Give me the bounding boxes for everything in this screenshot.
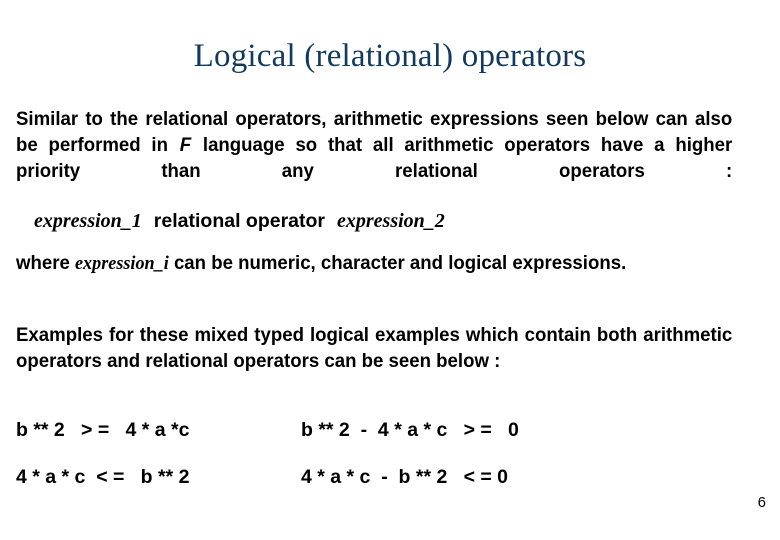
page-number: 6 bbox=[757, 494, 766, 511]
example-expression-left: b ** 2 > = 4 * a *c bbox=[16, 419, 190, 441]
page-title: Logical (relational) operators bbox=[193, 38, 587, 74]
syntax-relational-operator: relational operator bbox=[153, 210, 326, 232]
example-expression-right: 4 * a * c - b ** 2 < = 0 bbox=[301, 466, 509, 488]
syntax-expression-2: expression_2 bbox=[337, 210, 445, 232]
syntax-expression-1: expression_1 bbox=[34, 210, 142, 232]
example-row: b ** 2 > = 4 * a *c b ** 2 - 4 * a * c >… bbox=[16, 418, 766, 465]
example-expression-left: 4 * a * c < = b ** 2 bbox=[16, 466, 190, 488]
f-language-emphasis: F bbox=[179, 134, 192, 156]
examples-intro-paragraph: Examples for these mixed typed logical e… bbox=[16, 324, 733, 372]
intro-paragraph: Similar to the relational operators, ari… bbox=[16, 106, 732, 210]
example-expression-right: b ** 2 - 4 * a * c > = 0 bbox=[301, 419, 519, 441]
examples-list: b ** 2 > = 4 * a *c b ** 2 - 4 * a * c >… bbox=[16, 418, 766, 512]
where-paragraph: where expression_i can be numeric, chara… bbox=[16, 250, 732, 277]
syntax-template-line: expression_1 relational operator expressio… bbox=[34, 208, 445, 234]
where-text-part2: can be numeric, character and logical ex… bbox=[168, 252, 627, 274]
example-row: 4 * a * c < = b ** 2 4 * a * c - b ** 2 … bbox=[16, 465, 766, 512]
slide-canvas: Logical (relational) operators Similar t… bbox=[0, 0, 780, 540]
where-expression-i: expression_i bbox=[75, 253, 169, 274]
where-text-part1: where bbox=[16, 252, 76, 274]
